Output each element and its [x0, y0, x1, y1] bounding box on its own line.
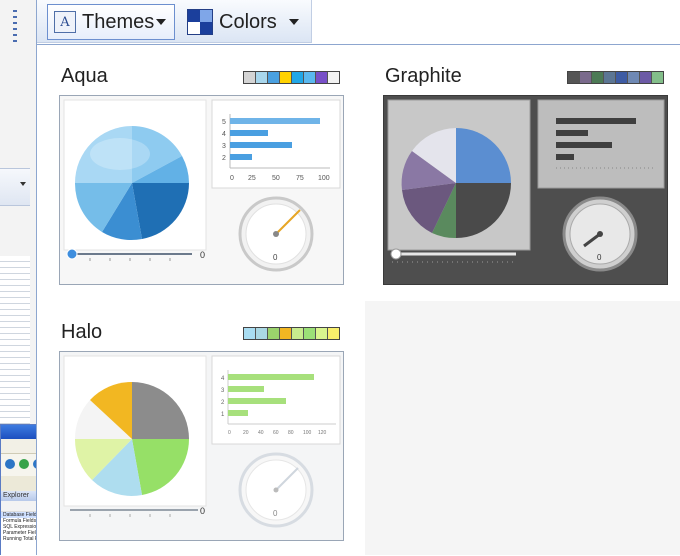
gauge-value: 0 — [273, 253, 278, 262]
chevron-down-icon[interactable] — [156, 19, 166, 25]
axis-tick: 120 — [318, 430, 327, 436]
background-toolbar — [0, 168, 30, 206]
color-swatch — [604, 72, 616, 83]
preview-graphics: 0 — [387, 99, 665, 272]
slider-value: 0 — [200, 506, 205, 516]
color-swatch — [292, 72, 304, 83]
slider[interactable] — [390, 248, 516, 263]
axis-tick: 100 — [303, 430, 312, 436]
color-swatch — [316, 72, 328, 83]
theme-name: Aqua — [61, 65, 108, 87]
colors-icon — [187, 9, 213, 35]
gauge-value: 0 — [273, 509, 278, 518]
axis-tick: 0 — [228, 430, 231, 436]
axis-tick: 25 — [248, 175, 256, 182]
bar-label: 3 — [222, 143, 226, 150]
pie-chart — [74, 126, 189, 241]
color-swatch — [652, 72, 663, 83]
color-swatch — [328, 328, 339, 339]
color-swatch — [328, 72, 339, 83]
color-swatch — [640, 72, 652, 83]
theme-name: Graphite — [385, 65, 462, 87]
color-swatches — [243, 71, 340, 84]
theme-preview: 0 — [383, 95, 668, 285]
color-swatch — [268, 328, 280, 339]
theme-name: Halo — [61, 321, 103, 343]
color-swatch — [292, 328, 304, 339]
pie-chart — [74, 381, 189, 496]
preview-graphics: 0 4 3 2 1 0 20 40 60 80 100 120 0 — [63, 355, 341, 528]
colors-button-label: Colors — [219, 10, 277, 33]
preview-graphics: 0 5 4 3 2 0 25 50 75 100 0 — [63, 99, 341, 272]
color-swatch — [628, 72, 640, 83]
theme-gallery: Aqua 0 5 4 3 2 0 25 50 75 100 0 Graphite… — [37, 45, 680, 555]
color-swatch — [616, 72, 628, 83]
slider[interactable]: 0 — [70, 506, 205, 517]
color-swatch — [304, 72, 316, 83]
color-swatch — [256, 72, 268, 83]
theme-tile-halo[interactable]: Halo 0 4 3 2 1 0 20 40 60 80 100 120 0 — [57, 301, 347, 545]
axis-tick: 60 — [273, 430, 279, 436]
color-swatch — [316, 328, 328, 339]
color-swatch — [580, 72, 592, 83]
color-swatch — [568, 72, 580, 83]
axis-tick: 80 — [288, 430, 294, 436]
color-swatch — [256, 328, 268, 339]
axis-tick: 20 — [243, 430, 249, 436]
pie-chart — [401, 128, 511, 239]
bar-label: 2 — [222, 155, 226, 162]
bar-label: 4 — [222, 131, 226, 138]
empty-gallery-cell — [365, 301, 680, 555]
themes-button[interactable]: A Themes — [47, 4, 175, 40]
themes-gallery-panel: A Themes Colors Aqua 0 5 4 3 2 0 25 50 7… — [13, 0, 680, 555]
color-swatches — [567, 71, 664, 84]
axis-tick: 50 — [272, 175, 280, 182]
background-grid — [0, 256, 30, 436]
gauge: 0 — [238, 452, 314, 528]
axis-tick: 40 — [258, 430, 264, 436]
chevron-down-icon[interactable] — [289, 19, 299, 25]
bar-label: 5 — [222, 119, 226, 126]
color-swatch — [280, 72, 292, 83]
color-swatch — [592, 72, 604, 83]
axis-tick: 100 — [318, 175, 330, 182]
theme-tile-graphite[interactable]: Graphite 0 — [381, 45, 671, 289]
color-swatches — [243, 327, 340, 340]
color-swatch — [304, 328, 316, 339]
toolbar-grip[interactable] — [13, 10, 17, 42]
chevron-down-icon — [20, 182, 26, 186]
color-swatch — [268, 72, 280, 83]
gauge: 0 — [238, 196, 314, 272]
themes-button-label: Themes — [82, 10, 155, 33]
app-icon[interactable] — [5, 459, 15, 469]
color-swatch — [244, 328, 256, 339]
slider[interactable]: 0 — [66, 248, 205, 261]
color-swatch — [244, 72, 256, 83]
gauge-value: 0 — [597, 253, 602, 262]
refresh-icon[interactable] — [19, 459, 29, 469]
theme-preview: 0 5 4 3 2 0 25 50 75 100 0 — [59, 95, 344, 285]
themes-toolbar: A Themes Colors — [13, 0, 312, 43]
slider-value: 0 — [200, 250, 205, 260]
colors-button[interactable]: Colors — [183, 4, 307, 40]
theme-tile-aqua[interactable]: Aqua 0 5 4 3 2 0 25 50 75 100 0 — [57, 45, 347, 289]
themes-icon: A — [54, 11, 76, 33]
theme-preview: 0 4 3 2 1 0 20 40 60 80 100 120 0 — [59, 351, 344, 541]
axis-tick: 75 — [296, 175, 304, 182]
gauge: 0 — [562, 196, 638, 272]
color-swatch — [280, 328, 292, 339]
axis-tick: 0 — [230, 175, 234, 182]
